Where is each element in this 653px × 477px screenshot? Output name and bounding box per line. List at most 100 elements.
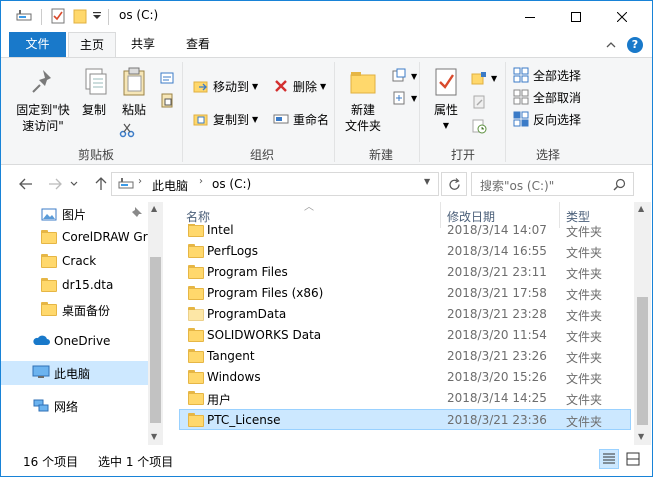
column-header-name[interactable]: 名称 (186, 208, 210, 225)
refresh-button[interactable] (441, 172, 467, 196)
close-button[interactable] (599, 1, 645, 32)
new-folder-button[interactable]: 新建 文件夹 (341, 66, 385, 134)
list-scroll-thumb[interactable] (637, 297, 648, 425)
breadcrumb-this-pc[interactable]: 此电脑 (152, 177, 188, 194)
tab-share[interactable]: 共享 (117, 32, 169, 57)
file-name: Program Files (x86) (207, 286, 324, 300)
copy-to-button[interactable]: 复制到 ▼ (193, 109, 258, 129)
new-folder-qa-icon[interactable] (71, 7, 89, 25)
rename-icon (273, 111, 289, 127)
pin-quick-access-button[interactable]: 固定到"快速访问" (11, 66, 75, 134)
minimize-button[interactable] (507, 1, 553, 32)
table-row[interactable]: 用户 2018/3/14 14:25 文件夹 (180, 388, 630, 409)
delete-button[interactable]: 删除 ▼ (273, 76, 326, 96)
table-row[interactable]: SOLIDWORKS Data 2018/3/20 11:54 文件夹 (180, 325, 630, 346)
pin-icon[interactable] (131, 206, 143, 221)
history-button[interactable] (471, 116, 491, 136)
properties-qa-icon[interactable] (49, 7, 67, 25)
table-row[interactable]: Windows 2018/3/20 15:26 文件夹 (180, 367, 630, 388)
file-list: ︿ 名称 修改日期 类型 Intel 2018/3/14 14:07 文件夹 P… (164, 202, 652, 445)
scroll-down-icon[interactable]: ▼ (151, 432, 157, 441)
rename-button[interactable]: 重命名 (273, 109, 329, 129)
file-date: 2018/3/21 17:58 (447, 286, 547, 300)
easy-access-button[interactable]: ▼ (391, 88, 417, 108)
tab-view[interactable]: 查看 (169, 32, 227, 57)
qa-dropdown-icon[interactable] (91, 7, 103, 25)
table-row-selected[interactable]: PTC_License 2018/3/21 23:36 文件夹 (179, 409, 631, 430)
nav-item-network[interactable]: 网络 (1, 394, 148, 418)
large-icons-view-button[interactable] (623, 449, 643, 469)
nav-item-desktop-backup[interactable]: 桌面备份 (1, 298, 148, 322)
breadcrumb-drive[interactable]: os (C:) (212, 177, 251, 191)
folder-icon (41, 230, 57, 246)
table-row[interactable]: Intel 2018/3/14 14:07 文件夹 (180, 224, 630, 241)
nav-item-onedrive[interactable]: OneDrive (1, 330, 148, 354)
folder-icon (188, 370, 204, 384)
select-all-button[interactable]: 全部选择 (513, 65, 581, 85)
cut-path-button[interactable] (159, 68, 179, 88)
folder-icon (41, 254, 57, 270)
maximize-button[interactable] (553, 1, 599, 32)
chevron-down-icon: ▼ (491, 73, 498, 83)
scroll-up-icon[interactable]: ▲ (151, 204, 157, 213)
back-button[interactable] (16, 174, 36, 194)
qa-separator (41, 9, 42, 25)
nav-item-crack[interactable]: Crack (1, 250, 148, 274)
table-row[interactable]: PerfLogs 2018/3/14 16:55 文件夹 (180, 241, 630, 262)
breadcrumb-chevron-icon[interactable]: › (199, 176, 203, 187)
network-icon (32, 398, 49, 414)
folder-icon (188, 307, 204, 321)
explorer-window: os (C:) 文件 主页 共享 查看 ? 固定到"快速访问" 复制 粘贴 剪贴… (0, 0, 653, 477)
details-view-button[interactable] (599, 449, 619, 469)
table-row[interactable]: Program Files 2018/3/21 23:11 文件夹 (180, 262, 630, 283)
nav-scroll-thumb[interactable] (150, 257, 161, 423)
nav-item-this-pc[interactable]: 此电脑 (1, 361, 148, 385)
column-header-type[interactable]: 类型 (566, 208, 590, 225)
table-row[interactable]: Program Files (x86) 2018/3/21 17:58 文件夹 (180, 283, 630, 304)
history-icon (471, 118, 487, 134)
file-name: ProgramData (207, 307, 287, 321)
copy-label: 复制 (81, 103, 106, 117)
recent-locations-button[interactable] (67, 174, 81, 194)
clipboard-group-label: 剪贴板 (77, 148, 114, 162)
select-none-button[interactable]: 全部取消 (513, 87, 581, 107)
scroll-up-icon[interactable]: ▲ (638, 204, 644, 213)
status-bar: 16 个项目 选中 1 个项目 (1, 445, 652, 476)
open-button[interactable]: ▼ (471, 68, 497, 88)
new-item-button[interactable]: ▼ (391, 66, 417, 86)
scroll-down-icon[interactable]: ▼ (638, 432, 644, 441)
table-row[interactable]: ProgramData 2018/3/21 23:28 文件夹 (180, 304, 630, 325)
nav-item-dr15[interactable]: dr15.dta (1, 274, 148, 298)
invert-selection-button[interactable]: 反向选择 (513, 109, 581, 129)
paste-shortcut-button[interactable] (159, 90, 179, 110)
file-name: Intel (207, 224, 234, 237)
breadcrumb-chevron-icon[interactable]: › (138, 176, 142, 187)
file-name: PTC_License (207, 413, 281, 427)
properties-button[interactable]: 属性 ▼ (426, 66, 466, 134)
onedrive-icon (32, 334, 50, 350)
column-header-date[interactable]: 修改日期 (447, 208, 495, 225)
address-bar[interactable]: › 此电脑 › os (C:) ▼ (111, 172, 439, 196)
address-row: › 此电脑 › os (C:) ▼ 搜索"os (C:)" (1, 166, 652, 202)
edit-icon (471, 94, 487, 110)
help-icon[interactable]: ? (627, 37, 643, 53)
search-input[interactable]: 搜索"os (C:)" (471, 172, 634, 196)
forward-button[interactable] (45, 174, 65, 194)
table-row[interactable]: Tangent 2018/3/21 23:26 文件夹 (180, 346, 630, 367)
address-dropdown-icon[interactable]: ▼ (424, 177, 430, 186)
file-type: 文件夹 (566, 267, 603, 281)
move-to-button[interactable]: 移动到 ▼ (193, 76, 258, 96)
tab-file[interactable]: 文件 (9, 32, 66, 57)
paste-label: 粘贴 (121, 103, 146, 117)
nav-item-pictures[interactable]: 图片 (1, 202, 148, 226)
file-date: 2018/3/21 23:28 (447, 307, 547, 321)
copy-button[interactable]: 复制 (77, 66, 111, 118)
nav-item-coreldraw[interactable]: CorelDRAW Gr (1, 226, 148, 250)
chevron-up-icon[interactable] (604, 38, 618, 52)
tab-home[interactable]: 主页 (68, 32, 116, 58)
up-button[interactable] (91, 174, 111, 194)
edit-button[interactable] (471, 92, 491, 112)
app-icon[interactable] (15, 7, 33, 25)
cut-button[interactable] (119, 120, 139, 140)
paste-button[interactable]: 粘贴 (117, 66, 151, 118)
